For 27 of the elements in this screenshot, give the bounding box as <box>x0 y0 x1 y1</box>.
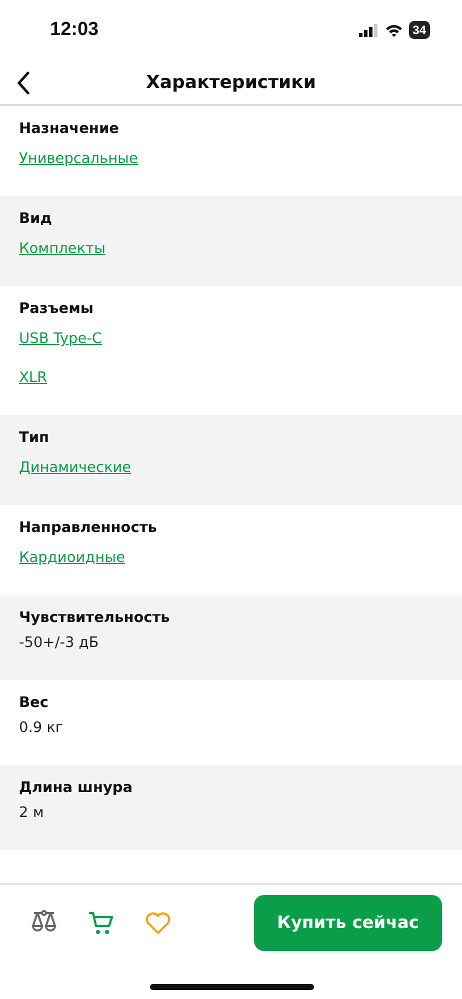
spec-label: Вид <box>19 210 53 229</box>
wifi-icon <box>384 24 403 36</box>
page-title: Характеристики <box>146 72 316 92</box>
spec-value-link[interactable]: USB Type-C <box>19 328 102 350</box>
spec-value-link[interactable]: Кардиоидные <box>19 547 126 569</box>
spec-label: Вес <box>19 694 50 713</box>
cart-button[interactable] <box>87 909 115 937</box>
spec-label: Чувствительность <box>19 609 171 628</box>
spec-value-link[interactable]: XLR <box>19 367 48 389</box>
heart-icon <box>145 911 171 935</box>
spec-value: 0.9 кг <box>19 719 64 738</box>
buy-now-button[interactable]: Купить сейчас <box>254 895 442 951</box>
spec-label: Назначение <box>19 120 120 139</box>
spec-value-link[interactable]: Динамические <box>19 457 132 479</box>
cart-icon <box>88 910 114 936</box>
spec-value: 2 м <box>19 804 44 823</box>
status-time: 12:03 <box>50 19 99 41</box>
signal-icon <box>358 24 379 36</box>
battery-level: 34 <box>408 21 430 39</box>
spec-value-link[interactable]: Комплекты <box>19 238 106 260</box>
spec-value-link[interactable]: Универсальные <box>19 148 138 170</box>
spec-value: -50+/-3 дБ <box>19 634 99 653</box>
back-icon <box>16 71 30 95</box>
spec-label: Разъемы <box>19 300 95 319</box>
spec-label: Тип <box>19 429 50 448</box>
spec-label: Длина шнура <box>19 779 134 798</box>
spec-label: Направленность <box>19 519 158 538</box>
